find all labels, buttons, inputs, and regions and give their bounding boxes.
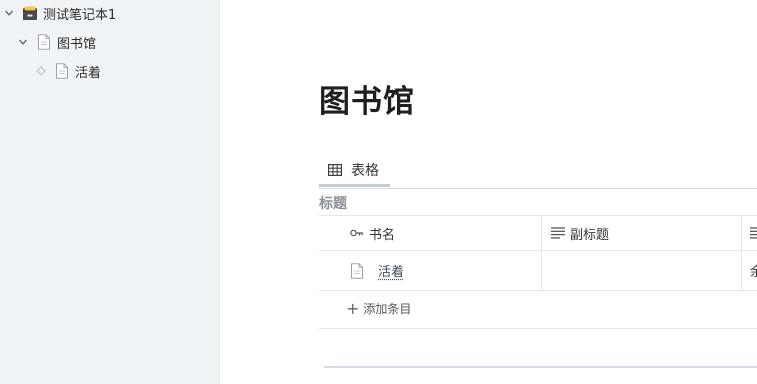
sidebar-item-huozhe[interactable]: 活着 [34, 58, 101, 84]
row-title-link[interactable]: 活着 [378, 261, 404, 280]
table-cell-3[interactable]: 余 [742, 251, 757, 290]
leaf-dot-icon [34, 66, 48, 76]
sidebar-item-label: 活着 [75, 65, 102, 81]
table-cell-title[interactable]: 活着 [319, 251, 542, 290]
tab-table-view[interactable]: 表格 [319, 155, 390, 187]
key-icon [350, 229, 363, 237]
sidebar-notebook-label: 测试笔记本1 [43, 7, 117, 23]
sidebar-notebook-row[interactable]: 测试笔记本1 [2, 0, 116, 26]
group-title: 标题 [319, 196, 347, 212]
table-header-row: 书名 副标题 [319, 215, 757, 251]
table-icon [328, 163, 342, 176]
text-lines-icon [551, 227, 565, 239]
table-cell-subtitle[interactable] [542, 251, 742, 290]
database-table: 书名 副标题 活着 余 + 添加条目 [319, 215, 757, 329]
document-icon [36, 34, 52, 50]
table-row[interactable]: 活着 余 [319, 251, 757, 291]
chevron-down-icon[interactable] [16, 37, 30, 47]
document-icon [54, 63, 70, 79]
column-header-label: 书名 [369, 227, 396, 243]
sidebar-item-library[interactable]: 图书馆 [16, 29, 96, 55]
main-content: 图书馆 表格 标题 书名 副标题 活着 余 + 添加条目 [220, 0, 757, 384]
text-lines-icon [750, 227, 757, 239]
sidebar-item-label: 图书馆 [57, 36, 97, 52]
chevron-down-icon[interactable] [2, 8, 16, 18]
page-title[interactable]: 图书馆 [319, 76, 415, 121]
column-header-subtitle[interactable]: 副标题 [542, 216, 742, 250]
plus-icon: + [346, 298, 360, 318]
column-header-title[interactable]: 书名 [319, 216, 542, 250]
tab-label: 表格 [351, 162, 379, 179]
view-tabs: 表格 [319, 155, 757, 189]
add-item-label: 添加条目 [363, 302, 412, 316]
divider [324, 366, 757, 368]
column-header-label: 副标题 [570, 227, 610, 243]
document-icon [351, 262, 363, 279]
sidebar: 测试笔记本1 图书馆 活着 [0, 0, 220, 384]
notebook-icon [22, 5, 38, 21]
column-header-3[interactable] [742, 216, 757, 250]
add-item-button[interactable]: + 添加条目 [319, 289, 757, 329]
